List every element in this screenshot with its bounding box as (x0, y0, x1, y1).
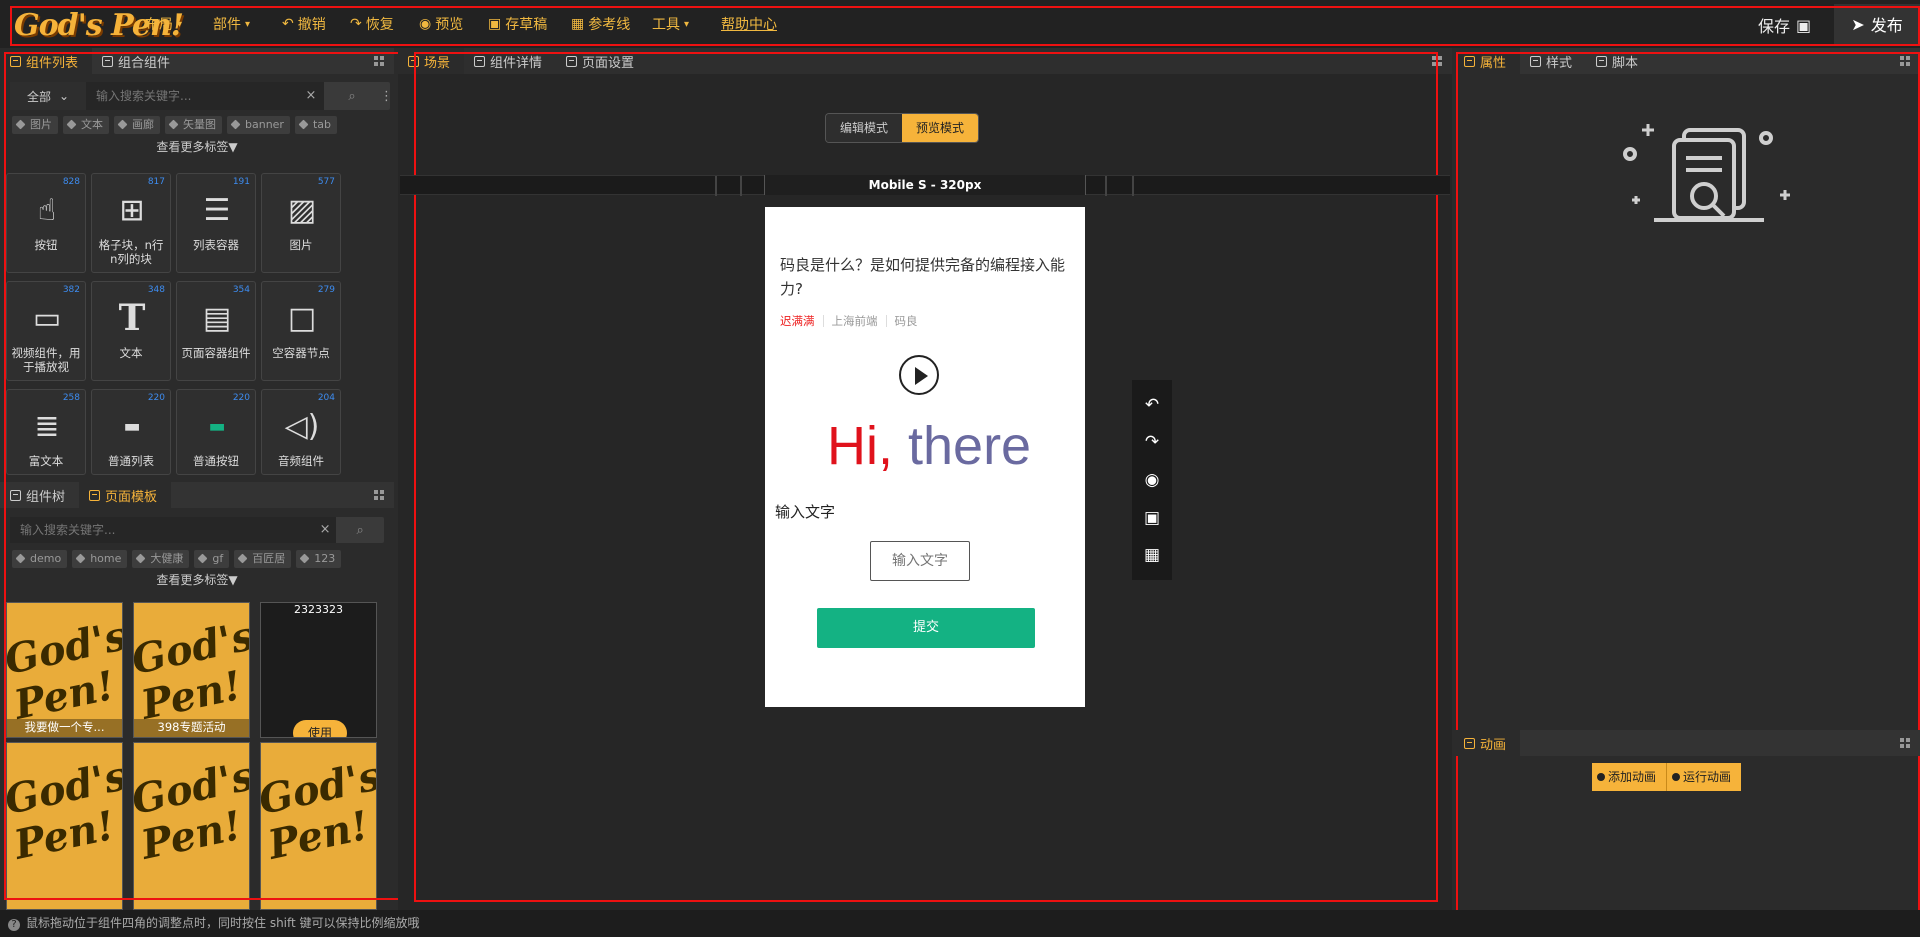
edit-mode-button[interactable]: 编辑模式 (826, 114, 903, 142)
eye-icon[interactable]: ◉ (1140, 468, 1164, 492)
highlight-box (4, 52, 408, 900)
preview-mode-button[interactable]: 预览模式 (902, 114, 979, 142)
undo-icon[interactable]: ↶ (1140, 393, 1164, 417)
animation-buttons: 添加动画 运行动画 (1592, 763, 1742, 791)
grid-icon[interactable]: ▦ (1140, 543, 1164, 567)
hi-there-text: Hi, there (827, 416, 1032, 476)
submit-button[interactable]: 提交 (817, 608, 1035, 648)
add-animation-button[interactable]: 添加动画 (1592, 763, 1667, 791)
question-text: 码良是什么？是如何提供完备的编程接入能力? (780, 256, 1066, 298)
animation-panel-header: 动画 (1454, 730, 1920, 756)
input-label: 输入文字 (775, 503, 836, 521)
canvas-side-toolbar: ↶ ↷ ◉ ▣ ▦ (1132, 380, 1172, 580)
highlight-box (1456, 52, 1920, 930)
top-toolbar: God's Pen! 布局 ▾ 部件 ▾ ↶ 撤销 ↷ 恢复 ◉ 预览 ▣ 存草稿 ▦ 参考线… (0, 0, 1920, 48)
tab-animation[interactable]: 动画 (1454, 730, 1521, 756)
play-icon[interactable] (899, 355, 939, 395)
save-icon[interactable]: ▣ (1140, 506, 1164, 530)
text-input[interactable] (870, 541, 970, 581)
mode-switch: 编辑模式 预览模式 (826, 114, 979, 142)
left-panel: 组件列表 组合组件 全部⌄ × ⌕ ⋮ 图片 文本 画廊 矢量图 banner … (0, 48, 408, 910)
help-icon: ? (8, 919, 20, 931)
right-panel: 属性 样式 脚本 (1454, 48, 1920, 930)
status-bar: ? 鼠标拖动位于组件四角的调整点时，同时按住 shift 键可以保持比例缩放哦 (0, 910, 1920, 937)
list-icon (1464, 737, 1475, 749)
device-size-label[interactable]: Mobile S - 320px (764, 175, 1086, 195)
article-meta: 迟满满 上海前端 码良 (780, 314, 918, 328)
panel-grid-icon[interactable] (1900, 738, 1910, 748)
run-animation-button[interactable]: 运行动画 (1666, 763, 1742, 791)
highlight-box (10, 6, 1920, 46)
redo-icon[interactable]: ↷ (1140, 430, 1164, 454)
phone-canvas: 码良是什么？是如何提供完备的编程接入能力? 迟满满 上海前端 码良 Hi, th… (765, 207, 1085, 707)
